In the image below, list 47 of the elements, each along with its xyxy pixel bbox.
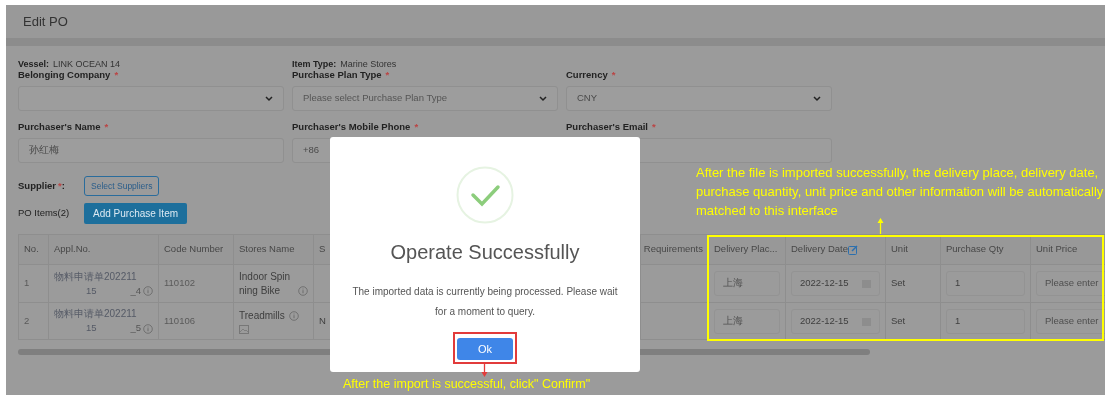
required-mark: * [58, 178, 62, 193]
colon-text: : [61, 178, 65, 193]
column-header: Unit Price [1036, 242, 1078, 257]
table-cell: Set [891, 276, 906, 291]
info-label: Vessel: [18, 58, 50, 70]
column-header: Requirements [643, 242, 703, 257]
info-value: Marine Stores [340, 58, 397, 70]
page-title: Edit PO [23, 12, 68, 31]
column-header: No. [24, 242, 39, 257]
dialog-message: The imported data is currently being processed. Please wait for a moment to query. [351, 285, 619, 319]
table-cell: Treadmills [239, 308, 285, 323]
appl-no-suffix: _5 [130, 321, 141, 336]
dialog-title: Operate Successfully [390, 240, 580, 265]
required-mark: * [611, 67, 616, 82]
field-label: Currency [566, 67, 608, 82]
table-cell-text: Indoor Spinning Bike [239, 269, 292, 298]
annotation-text: After the file is imported successfully, the delivery place, delivery date, purchase quantity, unit price and other information will be automatically matched to this interface [696, 164, 1105, 220]
column-header: Unit [891, 242, 908, 257]
table-cell-text: 2 [24, 313, 30, 328]
required-mark: * [385, 67, 390, 82]
table-cell-text: Set [891, 313, 906, 328]
field-label: Purchaser's Email [566, 119, 648, 134]
supplier-label: Supplier [18, 178, 56, 193]
field-label: Purchaser's Name [18, 119, 101, 134]
annotation-text: After the import is successful, click" Confirm" [343, 376, 591, 393]
column-header: Stores Name [239, 242, 295, 257]
field-label: Belonging Company [18, 67, 111, 82]
info-value: LINK OCEAN 14 [53, 58, 121, 70]
table-cell: 1 [24, 276, 30, 291]
info-label: Item Type: [292, 58, 337, 70]
column-header: Purchase Qty [946, 242, 1004, 257]
required-mark: * [104, 119, 109, 134]
field-label: Purchaser's Mobile Phone [292, 119, 411, 134]
column-header: Delivery Date [791, 242, 849, 257]
table-cell-text: N [319, 313, 326, 328]
appl-no-suffix: _4 [130, 283, 141, 298]
po-items-label: PO Items(2) [18, 205, 71, 220]
field-label: Purchase Plan Type [292, 68, 382, 82]
column-header: Code Number [164, 242, 224, 257]
column-header: S [319, 242, 326, 257]
column-header: Delivery Plac... [714, 242, 778, 257]
required-mark: * [414, 119, 419, 134]
required-mark: * [114, 67, 119, 82]
table-cell: 110102 [164, 276, 195, 291]
required-mark: * [652, 119, 656, 134]
column-header: Appl.No. [54, 242, 91, 257]
table-cell-text: 110106 [164, 313, 195, 328]
